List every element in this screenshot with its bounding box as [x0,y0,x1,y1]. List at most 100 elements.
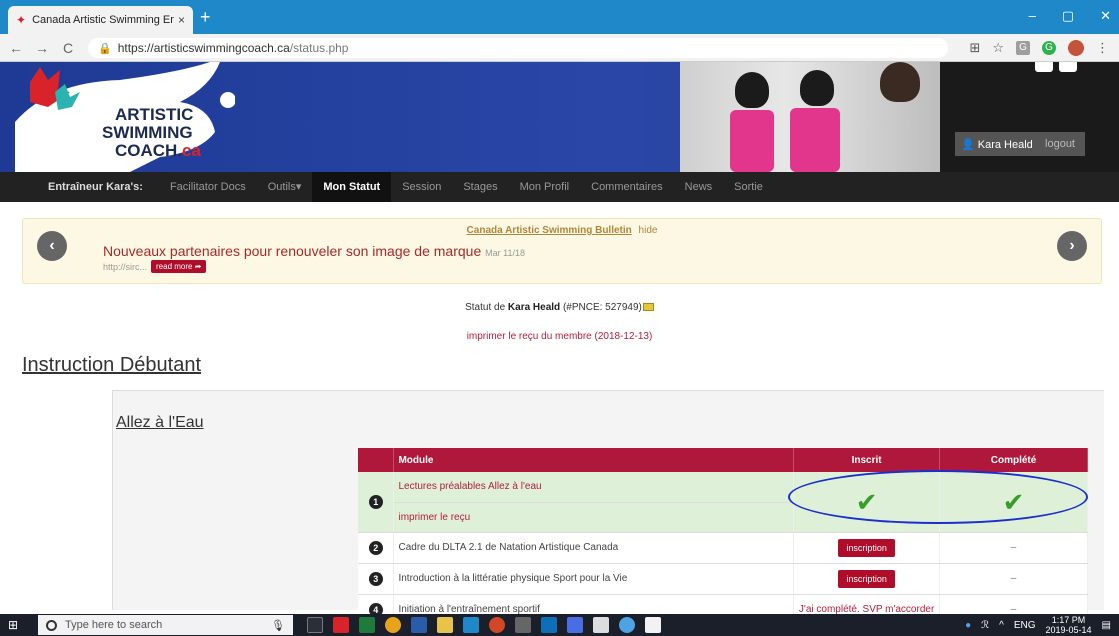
bookmark-star-icon[interactable]: ☆ [992,40,1004,56]
translate-icon[interactable]: ⊞ [969,40,980,56]
print-module-receipt-link[interactable]: imprimer le reçu [398,512,470,523]
reload-icon[interactable]: C [58,40,78,56]
bulletin-headline: Nouveaux partenaires pour renouveler son… [103,243,482,259]
file-explorer-icon[interactable] [437,617,453,633]
nav-item-mon-profil[interactable]: Mon Profil [509,172,581,202]
nav-item-news[interactable]: News [674,172,724,202]
word-icon[interactable] [411,617,427,633]
col-header-inscrit: Inscrit [793,448,941,472]
grammarly-icon[interactable]: G [1042,41,1056,55]
user-menu[interactable]: 👤 Kara Heald [961,138,1045,151]
forward-icon[interactable]: → [32,40,52,56]
clock-date: 2019-05-14 [1045,625,1092,635]
language-indicator[interactable]: ENG [1014,620,1036,631]
member-name: Kara Heald [507,302,561,313]
url-path: /status.php [289,41,349,55]
site-logo[interactable]: ARTISTIC SWIMMING COACH. ca [10,62,235,172]
inscription-button[interactable]: inscription [838,569,895,588]
nav-item-mon-statut[interactable]: Mon Statut [312,172,392,202]
bulletin-carousel: ‹ › Canada Artistic Swimming Bulletin hi… [22,218,1102,284]
row-number-badge: 1 [368,494,383,509]
taskbar-search-input[interactable]: Type here to search 🎙 [38,615,293,635]
email-icon[interactable] [642,303,654,312]
section-subtitle: Allez à l'Eau [116,414,204,431]
nav-item-sortie[interactable]: Sortie [723,172,774,202]
search-placeholder: Type here to search [65,619,163,631]
bulletin-hide-link[interactable]: hide [639,225,658,236]
minimize-icon[interactable]: – [1029,8,1036,24]
bulletin-title[interactable]: Nouveaux partenaires pour renouveler son… [103,243,525,259]
address-bar: ← → C 🔒 https://artisticswimmingcoach.ca… [0,34,1119,62]
mail-icon[interactable] [593,617,609,633]
acrobat-icon[interactable] [333,617,349,633]
url-host: https://artisticswimmingcoach.ca [117,41,290,55]
social-links [1035,62,1077,72]
people-icon[interactable]: ℛ [981,620,989,631]
bulletin-date: Mar 11/18 [485,248,525,258]
new-tab-button[interactable]: + [200,8,211,26]
chrome-icon[interactable] [385,617,401,633]
module-link[interactable]: Lectures préalables Allez à l'eau [398,481,541,492]
profile-avatar-icon[interactable] [1068,40,1084,56]
store-icon[interactable] [645,617,661,633]
logout-link[interactable]: logout [1045,138,1085,150]
bulletin-url-row: http://sirc... read more ➦ [103,260,207,273]
user-box: 👤 Kara Heald logout [955,132,1085,156]
taskbar-clock[interactable]: 1:17 PM 2019-05-14 [1046,615,1092,635]
facebook-icon[interactable] [1035,62,1053,72]
help-icon[interactable]: ● [965,620,971,631]
svg-text:COACH.: COACH. [115,141,182,160]
table-row: 3 Introduction à la littératie physique … [358,563,1088,595]
section-title: Instruction Débutant [22,354,201,376]
tray-chevron-icon[interactable]: ^ [999,620,1004,631]
bulletin-url: http://sirc... [103,261,148,272]
back-icon[interactable]: ← [6,40,26,56]
calculator-icon[interactable] [515,617,531,633]
col-header-number [358,448,395,472]
annotation-ellipse [788,470,1088,524]
teams-icon[interactable] [567,617,583,633]
nav-item-commentaires[interactable]: Commentaires [580,172,674,202]
lock-icon: 🔒 [98,42,112,55]
task-view-icon[interactable] [307,617,323,633]
member-status: Statut de Kara Heald (#PNCE: 527949) [0,302,1119,313]
microphone-icon[interactable]: 🎙 [271,619,285,632]
edge-icon[interactable] [463,617,479,633]
bulletin-link[interactable]: Canada Artistic Swimming Bulletin [467,225,632,236]
col-header-complete: Complété [939,448,1088,472]
close-icon[interactable]: ✕ [1100,8,1111,24]
svg-text:ca: ca [182,141,201,160]
inscription-button[interactable]: inscription [838,538,895,557]
tab-close-icon[interactable]: × [178,13,185,27]
status-prefix: Statut de [465,302,506,313]
windows-taskbar: ⊞ Type here to search 🎙 ● ℛ ^ ENG 1:17 P… [0,614,1119,636]
project-icon[interactable] [541,617,557,633]
nav-item-outils[interactable]: Outils▾ [257,172,313,202]
media-icon[interactable] [619,617,635,633]
window-controls: – ▢ ✕ [1029,8,1111,24]
nav-item-stages[interactable]: Stages [452,172,508,202]
notifications-icon[interactable]: ▤ [1102,620,1111,631]
maximize-icon[interactable]: ▢ [1062,8,1074,24]
col-header-module: Module [393,448,795,472]
nav-brand: Entraîneur Kara's: [48,181,143,193]
windows-start-icon[interactable]: ⊞ [8,618,28,632]
read-more-button[interactable]: read more ➦ [151,260,207,273]
excel-icon[interactable] [359,617,375,633]
extension-g-icon[interactable]: G [1016,41,1030,55]
menu-dots-icon[interactable]: ⋮ [1096,40,1109,56]
twitter-icon[interactable] [1059,62,1077,72]
nav-item-session[interactable]: Session [391,172,452,202]
print-receipt-link[interactable]: imprimer le reçu du membre (2018-12-13) [0,331,1119,342]
tab-title: Canada Artistic Swimming Entrai [32,14,174,26]
module-name: Introduction à la littératie physique Sp… [393,563,795,595]
browser-tab[interactable]: ✦ Canada Artistic Swimming Entrai × [8,6,193,34]
browser-tabbar: ✦ Canada Artistic Swimming Entrai × + – … [0,0,1119,34]
clock-time: 1:17 PM [1051,615,1086,625]
nav-item-facilitator-docs[interactable]: Facilitator Docs [159,172,257,202]
svg-text:ARTISTIC: ARTISTIC [115,105,193,124]
url-input[interactable]: 🔒 https://artisticswimmingcoach.ca/statu… [88,38,948,58]
system-tray: ● ℛ ^ ENG 1:17 PM 2019-05-14 ▤ [965,615,1119,635]
powerpoint-icon[interactable] [489,617,505,633]
svg-text:SWIMMING: SWIMMING [102,123,193,142]
